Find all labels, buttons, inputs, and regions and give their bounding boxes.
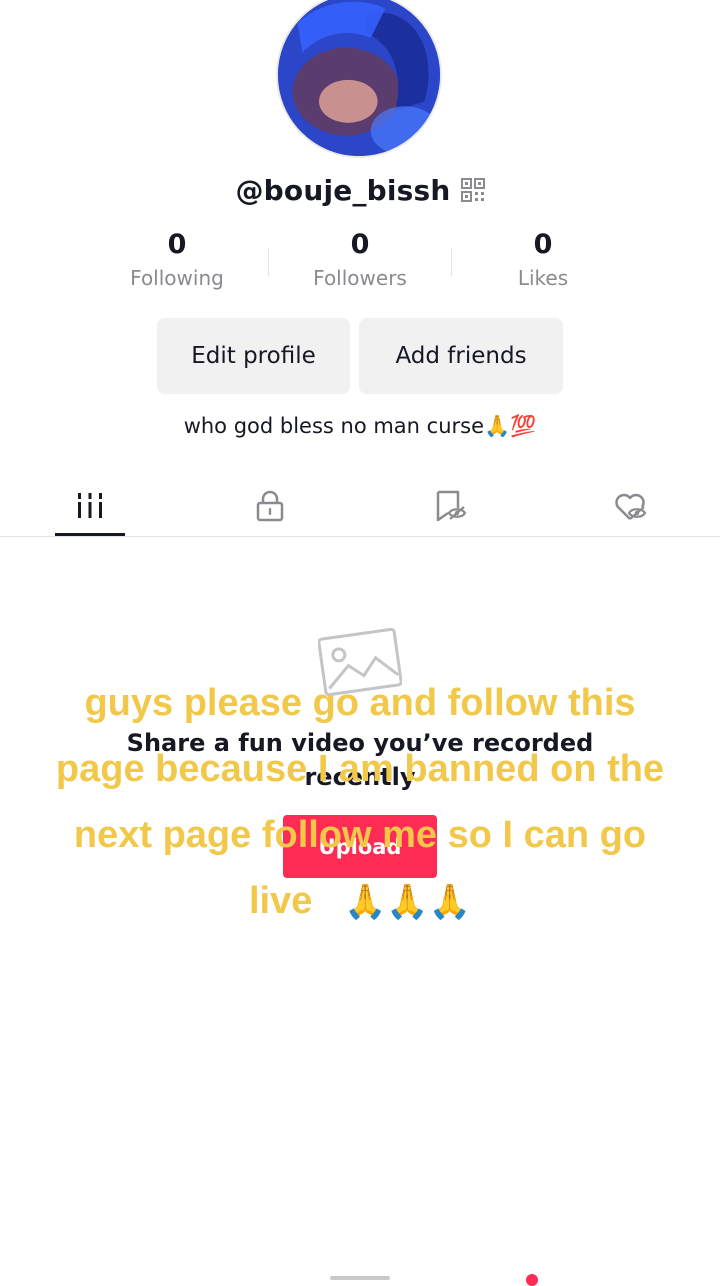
tab-saved[interactable] <box>380 476 520 536</box>
followers-count: 0 <box>350 229 370 260</box>
username: @bouje_bissh <box>235 173 451 207</box>
following-label: Following <box>130 266 224 290</box>
upload-button[interactable]: Upload <box>283 815 437 878</box>
overlay-caption: guys please go and follow this page beca… <box>0 670 720 935</box>
overlay-line: live <box>248 880 313 922</box>
stat-likes[interactable]: 0 Likes <box>453 226 633 290</box>
stat-followers[interactable]: 0 Followers <box>270 226 450 290</box>
image-placeholder-icon <box>318 627 402 697</box>
tab-videos[interactable] <box>20 476 160 536</box>
add-friends-button[interactable]: Add friends <box>359 318 563 394</box>
liked-hidden-icon <box>615 493 647 520</box>
stat-divider <box>451 248 452 276</box>
videos-grid-icon <box>78 493 102 518</box>
stat-following[interactable]: 0 Following <box>87 226 267 290</box>
likes-count: 0 <box>533 229 553 260</box>
profile-bio: who god bless no man curse🙏💯 <box>183 414 537 438</box>
tab-liked[interactable] <box>560 476 700 536</box>
followers-label: Followers <box>313 266 407 290</box>
home-indicator <box>330 1276 390 1280</box>
tabs-divider <box>0 536 720 537</box>
pray-emojis: 🙏🙏🙏 <box>344 883 472 921</box>
overlay-line-last: live 🙏🙏🙏 <box>0 868 720 935</box>
saved-hidden-icon <box>436 490 467 522</box>
notification-dot <box>526 1274 538 1286</box>
empty-state-message: Share a fun video you’ve recorded recent… <box>126 729 594 791</box>
tab-private[interactable] <box>200 476 340 536</box>
following-count: 0 <box>167 229 187 260</box>
edit-profile-button[interactable]: Edit profile <box>157 318 350 394</box>
stat-divider <box>268 248 269 276</box>
likes-label: Likes <box>517 266 569 290</box>
profile-avatar[interactable] <box>276 0 442 158</box>
avatar-image <box>278 0 440 156</box>
lock-icon <box>256 490 284 522</box>
qr-code-icon[interactable] <box>460 178 485 202</box>
username-row: @bouje_bissh <box>0 168 720 212</box>
